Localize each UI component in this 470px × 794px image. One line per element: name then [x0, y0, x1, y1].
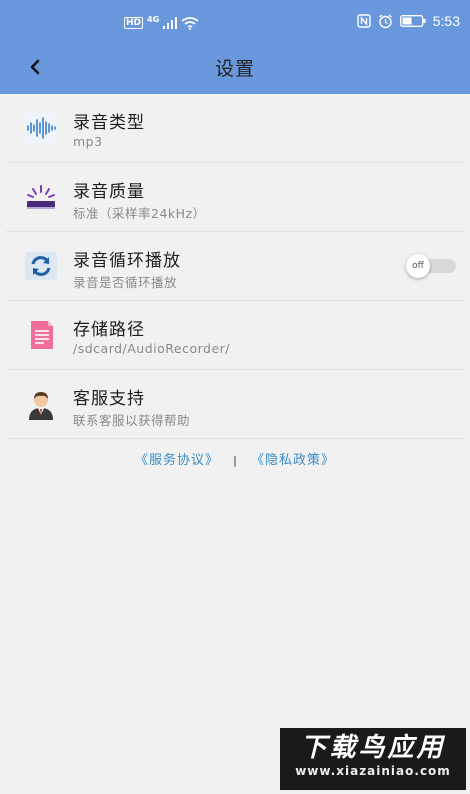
hd-badge: HD [124, 17, 144, 29]
setting-recording-quality[interactable]: 录音质量 标准（采样率24kHz） [6, 163, 464, 232]
link-separator: | [233, 454, 237, 467]
loop-playback-toggle[interactable]: off [406, 254, 456, 278]
watermark-logo: 下载鸟应用 www.xiazainiao.com [280, 728, 466, 790]
setting-storage-path[interactable]: 存储路径 /sdcard/AudioRecorder/ [6, 301, 464, 370]
network-type-label: 4G [147, 14, 160, 24]
loop-icon [25, 252, 57, 280]
battery-icon [399, 15, 426, 27]
setting-recording-format[interactable]: 录音类型 mp3 [6, 94, 464, 163]
quality-lamp-icon [27, 185, 55, 209]
setting-title: 录音质量 [73, 182, 145, 202]
document-icon [31, 321, 53, 349]
setting-customer-support[interactable]: 客服支持 联系客服以获得帮助 [6, 370, 464, 439]
status-network-group: HD 4G [124, 14, 199, 32]
support-agent-icon [29, 392, 53, 420]
setting-subtitle: 标准（采样率24kHz） [73, 206, 206, 221]
setting-title: 录音类型 [73, 113, 145, 133]
settings-list: 录音类型 mp3 录音质量 标准（采样率24kHz） 录音循环播放 录音是否循环… [0, 94, 470, 439]
setting-title: 录音循环播放 [73, 251, 181, 271]
waveform-icon [24, 113, 58, 143]
watermark-url: www.xiazainiao.com [295, 764, 451, 778]
toggle-knob: off [406, 254, 430, 278]
watermark-title: 下载鸟应用 [300, 733, 446, 763]
signal-icon [163, 17, 178, 29]
terms-of-service-link[interactable]: 《服务协议》 [135, 453, 219, 468]
page-title: 设置 [214, 58, 255, 80]
setting-subtitle: 联系客服以获得帮助 [73, 413, 191, 428]
wifi-icon [181, 16, 199, 30]
alarm-icon [378, 13, 392, 28]
setting-subtitle: /sdcard/AudioRecorder/ [73, 341, 231, 356]
app-header: HD 4G 5:53 设置 [0, 0, 470, 94]
status-time: 5:53 [432, 13, 460, 29]
setting-title: 存储路径 [73, 320, 145, 340]
status-bar: HD 4G 5:53 [0, 0, 470, 44]
setting-loop-playback[interactable]: 录音循环播放 录音是否循环播放 off [6, 232, 464, 301]
nfc-icon [357, 14, 371, 28]
setting-title: 客服支持 [73, 389, 145, 409]
setting-subtitle: mp3 [73, 134, 103, 149]
status-right-group: 5:53 [357, 13, 460, 29]
footer-links: 《服务协议》 | 《隐私政策》 [0, 449, 470, 468]
privacy-policy-link[interactable]: 《隐私政策》 [251, 453, 335, 468]
setting-subtitle: 录音是否循环播放 [73, 275, 178, 290]
